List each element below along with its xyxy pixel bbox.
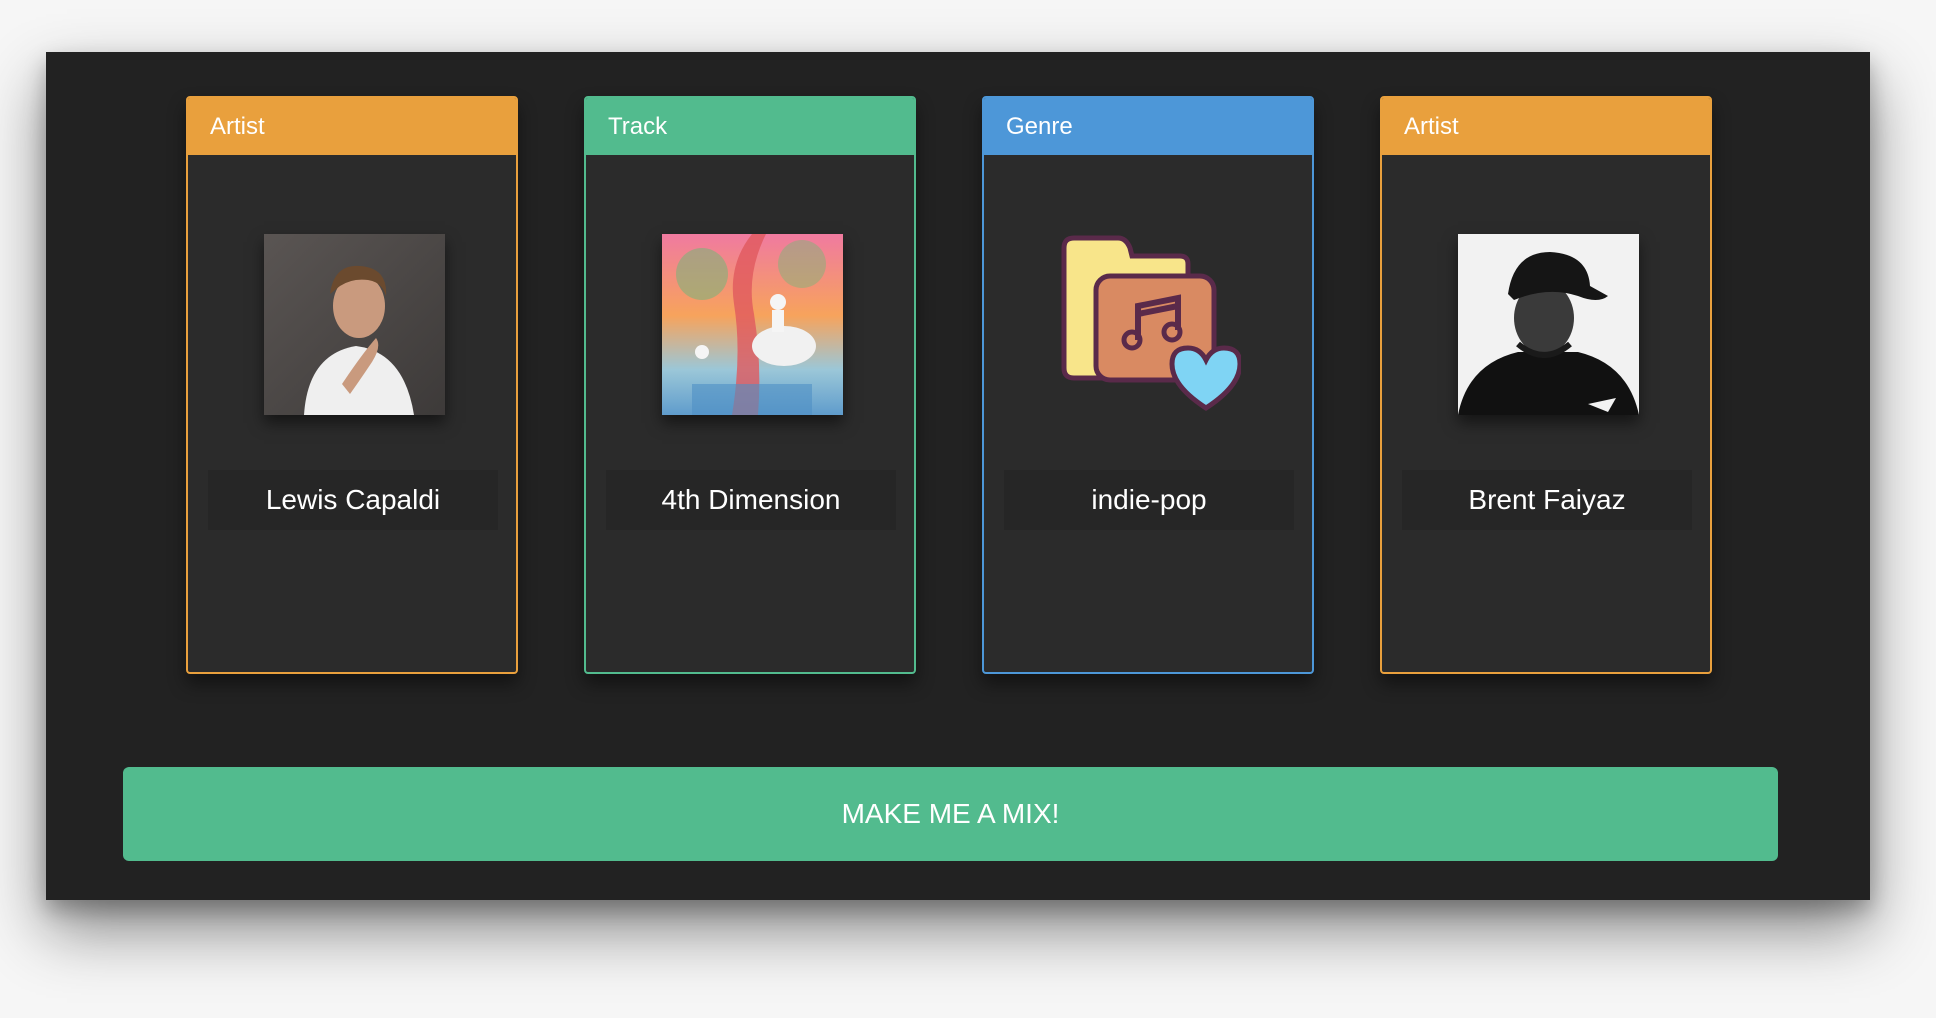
card-title: indie-pop	[1004, 470, 1294, 530]
seed-card-track[interactable]: Track 4th Dimension	[584, 96, 916, 674]
card-category-label: Artist	[188, 98, 516, 155]
seed-card-artist-2[interactable]: Artist Brent Faiyaz	[1380, 96, 1712, 674]
card-title: Brent Faiyaz	[1402, 470, 1692, 530]
seed-card-genre[interactable]: Genre indie-pop	[982, 96, 1314, 674]
make-mix-button[interactable]: MAKE ME A MIX!	[123, 767, 1778, 861]
music-folder-heart-icon	[1060, 234, 1241, 415]
artist-photo	[1458, 234, 1639, 415]
card-category-label: Artist	[1382, 98, 1710, 155]
seed-card-artist-1[interactable]: Artist Lewis Capaldi	[186, 96, 518, 674]
album-cover	[662, 234, 843, 415]
card-title: 4th Dimension	[606, 470, 896, 530]
artist-photo	[264, 234, 445, 415]
mix-builder-panel: Artist Lewis Capaldi Track 4th Dimension…	[46, 52, 1870, 900]
card-category-label: Genre	[984, 98, 1312, 155]
card-title: Lewis Capaldi	[208, 470, 498, 530]
card-category-label: Track	[586, 98, 914, 155]
